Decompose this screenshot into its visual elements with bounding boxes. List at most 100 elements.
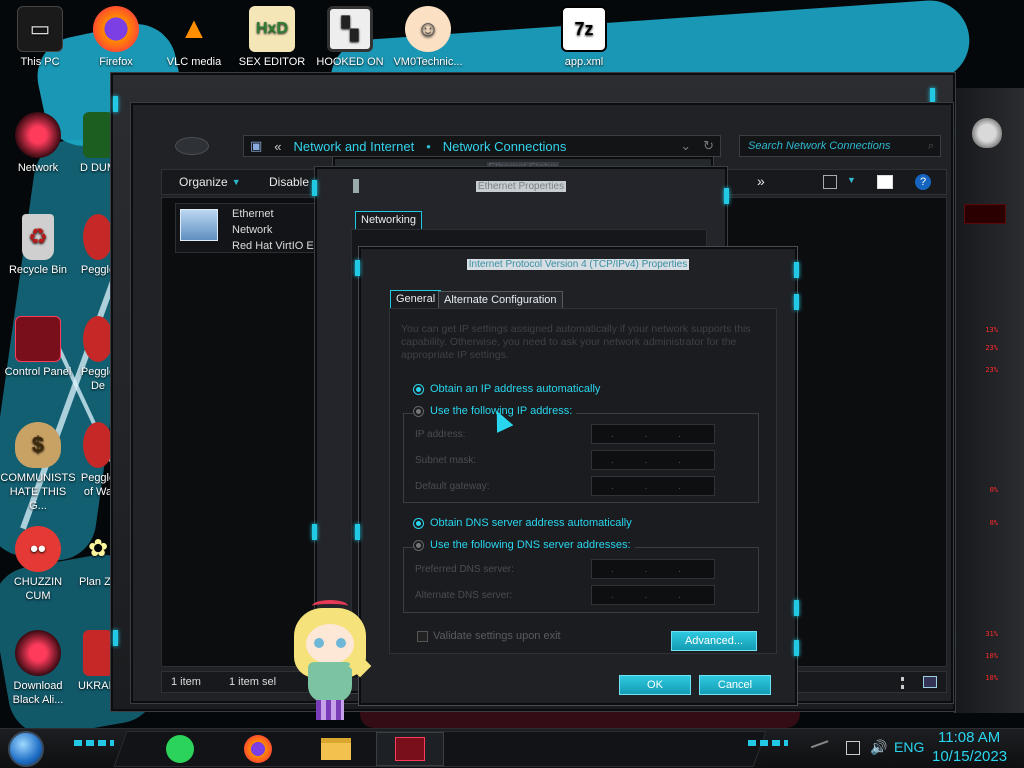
use-following-dns-label: Use the following DNS server addresses:	[430, 539, 631, 551]
desktop-icon-label: HOOKED ON	[316, 56, 384, 68]
tab-networking[interactable]: Networking	[355, 211, 423, 229]
clock-date[interactable]: 10/15/2023	[932, 748, 1007, 765]
speaker-icon[interactable]: 🔊	[870, 739, 887, 756]
network-adapter-icon	[180, 209, 218, 241]
tiles-view-icon[interactable]	[923, 676, 937, 688]
desktop-icon-label: Recycle Bin	[8, 264, 68, 276]
chevron-down-icon[interactable]: ▼	[847, 175, 856, 185]
firefox-icon	[244, 735, 272, 763]
properties-icon	[353, 179, 359, 193]
breadcrumb-network-connections[interactable]: Network Connections	[437, 139, 573, 154]
search-icon[interactable]: ⌕	[928, 140, 934, 153]
taskbar-firefox[interactable]	[240, 732, 276, 766]
ipv4-properties-dialog: Internet Protocol Version 4 (TCP/IPv4) P…	[358, 246, 798, 706]
hxd-editor-icon: HxD	[249, 6, 295, 52]
breadcrumb-back[interactable]: «	[268, 139, 287, 154]
default-gateway-field: . . .	[591, 476, 715, 496]
desktop-icon-control-panel[interactable]: Control Panel	[0, 316, 76, 379]
preview-pane-icon[interactable]	[877, 175, 893, 189]
clock-time[interactable]: 11:08 AM	[938, 729, 1000, 746]
desktop-icon-chuzzle[interactable]: •• CHUZZIN CUM	[0, 526, 76, 603]
desktop-pet-character[interactable]	[290, 600, 372, 728]
use-following-dns-radio[interactable]: Use the following DNS server addresses:	[413, 539, 635, 551]
tab-general[interactable]: General	[390, 290, 442, 308]
desktop-icon-download-black-alien[interactable]: Download Black Ali...	[0, 630, 76, 707]
desktop-icon-hex-editor[interactable]: HxD SEX EDITOR	[234, 6, 310, 69]
character-dress	[308, 662, 352, 702]
disable-label: Disable	[269, 175, 310, 189]
validate-settings-checkbox[interactable]: Validate settings upon exit	[417, 630, 561, 642]
search-input[interactable]: Search Network Connections ⌕	[739, 135, 941, 157]
app-icon	[83, 630, 113, 676]
input-language[interactable]: ENG	[894, 739, 924, 755]
address-bar[interactable]: ▣ « Network and Internet • Network Conne…	[243, 135, 721, 157]
network-tray-icon[interactable]	[846, 741, 860, 755]
character-eye	[336, 638, 346, 648]
more-commands-button[interactable]: »	[757, 173, 765, 189]
desktop-icon-recycle-bin[interactable]: ♻ Recycle Bin	[0, 214, 76, 277]
desktop-icon-app-xml[interactable]: 7z app.xml	[546, 6, 622, 69]
obtain-dns-auto-radio[interactable]: Obtain DNS server address automatically	[413, 517, 632, 529]
ethernet-connection-item[interactable]: Ethernet Network Red Hat VirtIO E	[175, 203, 321, 253]
taskbar-green-app[interactable]	[162, 732, 198, 766]
gadget-stat: 0%	[989, 519, 998, 527]
tab-alternate-configuration[interactable]: Alternate Configuration	[438, 291, 563, 309]
details-view-icon[interactable]	[901, 677, 905, 689]
chevron-down-icon[interactable]: ⌄	[674, 138, 697, 154]
ok-button[interactable]: OK	[619, 675, 691, 695]
peggle-icon	[83, 214, 113, 260]
vlc-cone-icon: ▲	[179, 12, 209, 45]
desktop-icon-communists[interactable]: $ COMMUNISTS HATE THIS G...	[0, 422, 76, 513]
ip-settings-description: You can get IP settings assigned automat…	[401, 323, 751, 361]
obtain-dns-auto-label: Obtain DNS server address automatically	[430, 517, 632, 529]
firefox-icon	[93, 6, 139, 52]
desktop-icon-label: VM0Technic...	[393, 56, 463, 68]
refresh-icon[interactable]: ↻	[697, 138, 720, 154]
obtain-ip-auto-label: Obtain an IP address automatically	[430, 383, 601, 395]
status-item-count: 1 item	[171, 676, 201, 688]
taskbar: 🔊 ENG 11:08 AM 10/15/2023	[0, 728, 1024, 768]
ip-address-label: IP address:	[415, 429, 466, 440]
alternate-dns-field: . . .	[591, 585, 715, 605]
ip-field-dots: . . .	[611, 589, 695, 601]
window-title: Ethernet Properties	[475, 181, 567, 192]
organize-button[interactable]: Organize ▼	[179, 175, 241, 189]
maze-game-icon: ▚	[327, 6, 373, 52]
app-icon	[83, 112, 113, 158]
taskbar-network-connections[interactable]	[376, 732, 444, 766]
desktop-icon-vlc[interactable]: ▲ VLC media	[156, 6, 232, 69]
checkbox-box	[417, 630, 428, 642]
radio-selected-icon	[413, 383, 424, 395]
money-bag-icon: $	[15, 422, 61, 468]
desktop-icon-hooked-on[interactable]: ▚ HOOKED ON	[312, 6, 388, 69]
desktop-icon-network[interactable]: Network	[0, 112, 76, 175]
radio-unselected-icon	[413, 539, 424, 551]
desktop-icon-label: This PC	[20, 56, 60, 68]
7zip-icon: 7z	[561, 6, 607, 52]
show-hidden-icons[interactable]	[810, 740, 832, 756]
cancel-button[interactable]: Cancel	[699, 675, 771, 695]
change-view-icon[interactable]	[823, 175, 837, 189]
gadget-stat: 31%	[985, 630, 998, 638]
breadcrumb-network-and-internet[interactable]: Network and Internet	[288, 139, 421, 154]
taskbar-file-explorer[interactable]	[318, 732, 354, 766]
desktop-icon-this-pc[interactable]: ▭ This PC	[2, 6, 78, 69]
ip-field-dots: . . .	[611, 454, 695, 466]
taskbar-accent-right	[748, 740, 788, 746]
obtain-ip-auto-radio[interactable]: Obtain an IP address automatically	[413, 383, 600, 395]
desktop-icon-vm0[interactable]: ☺ VM0Technic...	[390, 6, 466, 69]
disable-device-button[interactable]: Disable	[269, 175, 309, 189]
nav-orb-icon[interactable]	[175, 137, 209, 155]
advanced-button[interactable]: Advanced...	[671, 631, 757, 651]
desktop-icon-label: Control Panel	[4, 366, 72, 378]
more-label: »	[757, 173, 765, 189]
desktop-icon-firefox[interactable]: Firefox	[78, 6, 154, 69]
help-icon[interactable]: ?	[915, 174, 931, 190]
start-orb-icon[interactable]	[8, 731, 44, 767]
gadget-stat: 10%	[985, 674, 998, 682]
desktop-icon-label: Firefox	[99, 56, 133, 68]
radio-selected-icon	[413, 517, 424, 529]
alien-download-icon	[15, 630, 61, 676]
character-horns	[312, 600, 348, 612]
ip-address-field: . . .	[591, 424, 715, 444]
